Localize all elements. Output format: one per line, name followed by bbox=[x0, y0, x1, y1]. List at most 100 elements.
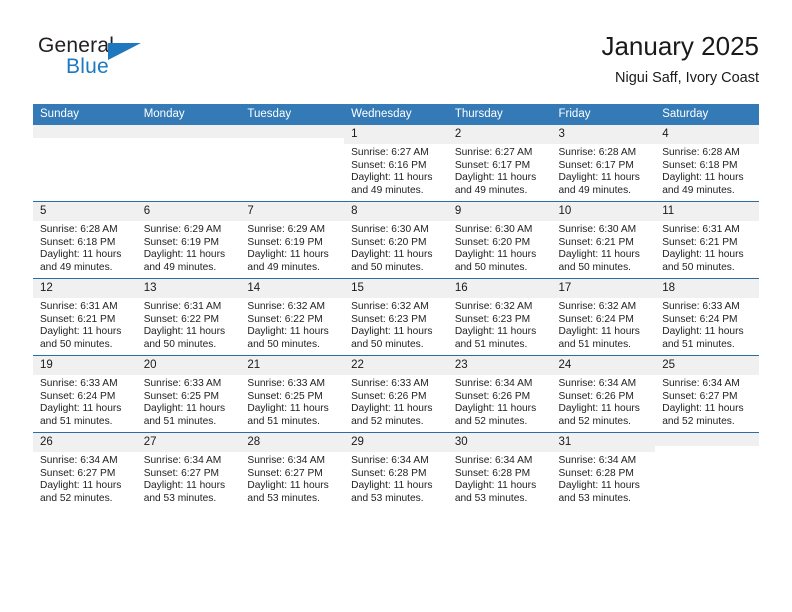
day-details: Sunrise: 6:30 AM Sunset: 6:21 PM Dayligh… bbox=[552, 221, 656, 275]
calendar-day-cell[interactable]: 16 Sunrise: 6:32 AM Sunset: 6:23 PM Dayl… bbox=[447, 278, 552, 356]
calendar-header-row: Sunday Monday Tuesday Wednesday Thursday… bbox=[33, 104, 759, 125]
day-number: 22 bbox=[344, 356, 448, 375]
weekday-header-saturday: Saturday bbox=[655, 104, 759, 125]
daylight-text-line1: Daylight: 11 hours bbox=[40, 326, 122, 338]
day-number bbox=[136, 125, 241, 138]
calendar-day-cell[interactable] bbox=[136, 125, 241, 202]
page-header: General Blue January 2025 Nigui Saff, Iv… bbox=[33, 30, 759, 98]
calendar-day-cell[interactable] bbox=[33, 125, 137, 202]
day-number: 31 bbox=[551, 433, 656, 452]
day-details: Sunrise: 6:34 AM Sunset: 6:26 PM Dayligh… bbox=[448, 375, 552, 429]
calendar-day-cell[interactable]: 28 Sunrise: 6:34 AM Sunset: 6:27 PM Dayl… bbox=[240, 432, 345, 509]
day-details: Sunrise: 6:33 AM Sunset: 6:24 PM Dayligh… bbox=[33, 375, 137, 429]
calendar-week-row: 19 Sunrise: 6:33 AM Sunset: 6:24 PM Dayl… bbox=[33, 355, 759, 433]
day-number: 20 bbox=[136, 356, 241, 375]
sunrise-text: Sunrise: 6:30 AM bbox=[454, 224, 533, 235]
daylight-text-line2: and 52 minutes. bbox=[558, 416, 632, 428]
sunrise-text: Sunrise: 6:34 AM bbox=[143, 455, 222, 466]
day-number: 15 bbox=[344, 279, 448, 298]
day-number: 25 bbox=[655, 356, 759, 375]
calendar-day-cell[interactable]: 27 Sunrise: 6:34 AM Sunset: 6:27 PM Dayl… bbox=[136, 432, 241, 509]
calendar-day-cell[interactable]: 10 Sunrise: 6:30 AM Sunset: 6:21 PM Dayl… bbox=[551, 201, 656, 279]
calendar-day-cell[interactable]: 26 Sunrise: 6:34 AM Sunset: 6:27 PM Dayl… bbox=[33, 432, 137, 509]
day-number: 26 bbox=[33, 433, 137, 452]
calendar-day-cell[interactable]: 7 Sunrise: 6:29 AM Sunset: 6:19 PM Dayli… bbox=[240, 201, 345, 279]
daylight-text-line2: and 50 minutes. bbox=[351, 262, 424, 274]
sunset-text: Sunset: 6:24 PM bbox=[662, 313, 738, 325]
calendar-day-cell[interactable]: 15 Sunrise: 6:32 AM Sunset: 6:23 PM Dayl… bbox=[344, 278, 448, 356]
daylight-text-line2: and 52 minutes. bbox=[662, 416, 735, 428]
calendar-day-cell[interactable] bbox=[655, 432, 759, 509]
calendar-day-cell[interactable]: 19 Sunrise: 6:33 AM Sunset: 6:24 PM Dayl… bbox=[33, 355, 137, 433]
daylight-text-line1: Daylight: 11 hours bbox=[558, 172, 640, 184]
daylight-text-line1: Daylight: 11 hours bbox=[454, 403, 537, 415]
day-number: 9 bbox=[447, 202, 552, 221]
sunset-text: Sunset: 6:24 PM bbox=[40, 390, 116, 402]
calendar-day-cell[interactable]: 18 Sunrise: 6:33 AM Sunset: 6:24 PM Dayl… bbox=[655, 278, 759, 356]
sunrise-text: Sunrise: 6:34 AM bbox=[662, 378, 740, 389]
calendar-day-cell[interactable]: 23 Sunrise: 6:34 AM Sunset: 6:26 PM Dayl… bbox=[447, 355, 552, 433]
daylight-text-line1: Daylight: 11 hours bbox=[143, 480, 226, 492]
day-number: 18 bbox=[655, 279, 759, 298]
calendar-day-cell[interactable]: 25 Sunrise: 6:34 AM Sunset: 6:27 PM Dayl… bbox=[655, 355, 759, 433]
daylight-text-line1: Daylight: 11 hours bbox=[558, 480, 640, 492]
calendar-day-cell[interactable]: 13 Sunrise: 6:31 AM Sunset: 6:22 PM Dayl… bbox=[136, 278, 241, 356]
sunrise-text: Sunrise: 6:34 AM bbox=[351, 455, 429, 466]
calendar-week-row: 26 Sunrise: 6:34 AM Sunset: 6:27 PM Dayl… bbox=[33, 432, 759, 509]
day-number: 23 bbox=[447, 356, 552, 375]
daylight-text-line2: and 52 minutes. bbox=[351, 416, 424, 428]
calendar-day-cell[interactable]: 29 Sunrise: 6:34 AM Sunset: 6:28 PM Dayl… bbox=[344, 432, 448, 509]
day-details bbox=[137, 138, 241, 141]
calendar-day-cell[interactable]: 31 Sunrise: 6:34 AM Sunset: 6:28 PM Dayl… bbox=[551, 432, 656, 509]
daylight-text-line1: Daylight: 11 hours bbox=[662, 403, 744, 415]
day-number: 11 bbox=[655, 202, 759, 221]
day-details: Sunrise: 6:28 AM Sunset: 6:18 PM Dayligh… bbox=[33, 221, 137, 275]
sunset-text: Sunset: 6:23 PM bbox=[454, 313, 531, 325]
calendar-day-cell[interactable]: 12 Sunrise: 6:31 AM Sunset: 6:21 PM Dayl… bbox=[33, 278, 137, 356]
sunset-text: Sunset: 6:27 PM bbox=[40, 467, 116, 479]
sunrise-text: Sunrise: 6:34 AM bbox=[40, 455, 118, 466]
calendar-day-cell[interactable]: 22 Sunrise: 6:33 AM Sunset: 6:26 PM Dayl… bbox=[344, 355, 448, 433]
day-details: Sunrise: 6:34 AM Sunset: 6:27 PM Dayligh… bbox=[240, 452, 344, 506]
daylight-text-line1: Daylight: 11 hours bbox=[351, 249, 433, 261]
day-details: Sunrise: 6:27 AM Sunset: 6:17 PM Dayligh… bbox=[448, 144, 552, 198]
calendar-day-cell[interactable]: 21 Sunrise: 6:33 AM Sunset: 6:25 PM Dayl… bbox=[240, 355, 345, 433]
daylight-text-line2: and 53 minutes. bbox=[351, 493, 424, 505]
day-details: Sunrise: 6:34 AM Sunset: 6:26 PM Dayligh… bbox=[552, 375, 656, 429]
daylight-text-line1: Daylight: 11 hours bbox=[143, 403, 226, 415]
calendar-week-row: 5 Sunrise: 6:28 AM Sunset: 6:18 PM Dayli… bbox=[33, 201, 759, 279]
daylight-text-line1: Daylight: 11 hours bbox=[662, 249, 744, 261]
calendar-day-cell[interactable]: 30 Sunrise: 6:34 AM Sunset: 6:28 PM Dayl… bbox=[447, 432, 552, 509]
calendar-day-cell[interactable]: 6 Sunrise: 6:29 AM Sunset: 6:19 PM Dayli… bbox=[136, 201, 241, 279]
daylight-text-line2: and 53 minutes. bbox=[247, 493, 320, 505]
day-number: 14 bbox=[240, 279, 345, 298]
calendar-day-cell[interactable] bbox=[240, 125, 345, 202]
calendar-day-cell[interactable]: 8 Sunrise: 6:30 AM Sunset: 6:20 PM Dayli… bbox=[344, 201, 448, 279]
daylight-text-line2: and 51 minutes. bbox=[558, 339, 632, 351]
calendar-day-cell[interactable]: 14 Sunrise: 6:32 AM Sunset: 6:22 PM Dayl… bbox=[240, 278, 345, 356]
calendar-day-cell[interactable]: 1 Sunrise: 6:27 AM Sunset: 6:16 PM Dayli… bbox=[344, 125, 448, 202]
calendar-day-cell[interactable]: 4 Sunrise: 6:28 AM Sunset: 6:18 PM Dayli… bbox=[655, 125, 759, 202]
calendar-day-cell[interactable]: 2 Sunrise: 6:27 AM Sunset: 6:17 PM Dayli… bbox=[447, 125, 552, 202]
calendar-day-cell[interactable]: 11 Sunrise: 6:31 AM Sunset: 6:21 PM Dayl… bbox=[655, 201, 759, 279]
daylight-text-line1: Daylight: 11 hours bbox=[247, 403, 329, 415]
day-details: Sunrise: 6:29 AM Sunset: 6:19 PM Dayligh… bbox=[137, 221, 241, 275]
sunset-text: Sunset: 6:21 PM bbox=[558, 236, 634, 248]
sunset-text: Sunset: 6:20 PM bbox=[454, 236, 531, 248]
sunrise-text: Sunrise: 6:28 AM bbox=[40, 224, 118, 235]
sunrise-text: Sunrise: 6:32 AM bbox=[247, 301, 325, 312]
day-details: Sunrise: 6:30 AM Sunset: 6:20 PM Dayligh… bbox=[344, 221, 448, 275]
sunset-text: Sunset: 6:21 PM bbox=[40, 313, 116, 325]
day-number: 1 bbox=[344, 125, 448, 144]
calendar-day-cell[interactable]: 5 Sunrise: 6:28 AM Sunset: 6:18 PM Dayli… bbox=[33, 201, 137, 279]
sunset-text: Sunset: 6:28 PM bbox=[351, 467, 427, 479]
calendar-day-cell[interactable]: 20 Sunrise: 6:33 AM Sunset: 6:25 PM Dayl… bbox=[136, 355, 241, 433]
calendar-day-cell[interactable]: 3 Sunrise: 6:28 AM Sunset: 6:17 PM Dayli… bbox=[551, 125, 656, 202]
sunset-text: Sunset: 6:26 PM bbox=[351, 390, 427, 402]
calendar-day-cell[interactable]: 24 Sunrise: 6:34 AM Sunset: 6:26 PM Dayl… bbox=[551, 355, 656, 433]
calendar-day-cell[interactable]: 17 Sunrise: 6:32 AM Sunset: 6:24 PM Dayl… bbox=[551, 278, 656, 356]
sunrise-text: Sunrise: 6:31 AM bbox=[40, 301, 118, 312]
general-blue-logo[interactable]: General Blue bbox=[38, 34, 198, 90]
calendar-day-cell[interactable]: 9 Sunrise: 6:30 AM Sunset: 6:20 PM Dayli… bbox=[447, 201, 552, 279]
sunset-text: Sunset: 6:27 PM bbox=[247, 467, 323, 479]
